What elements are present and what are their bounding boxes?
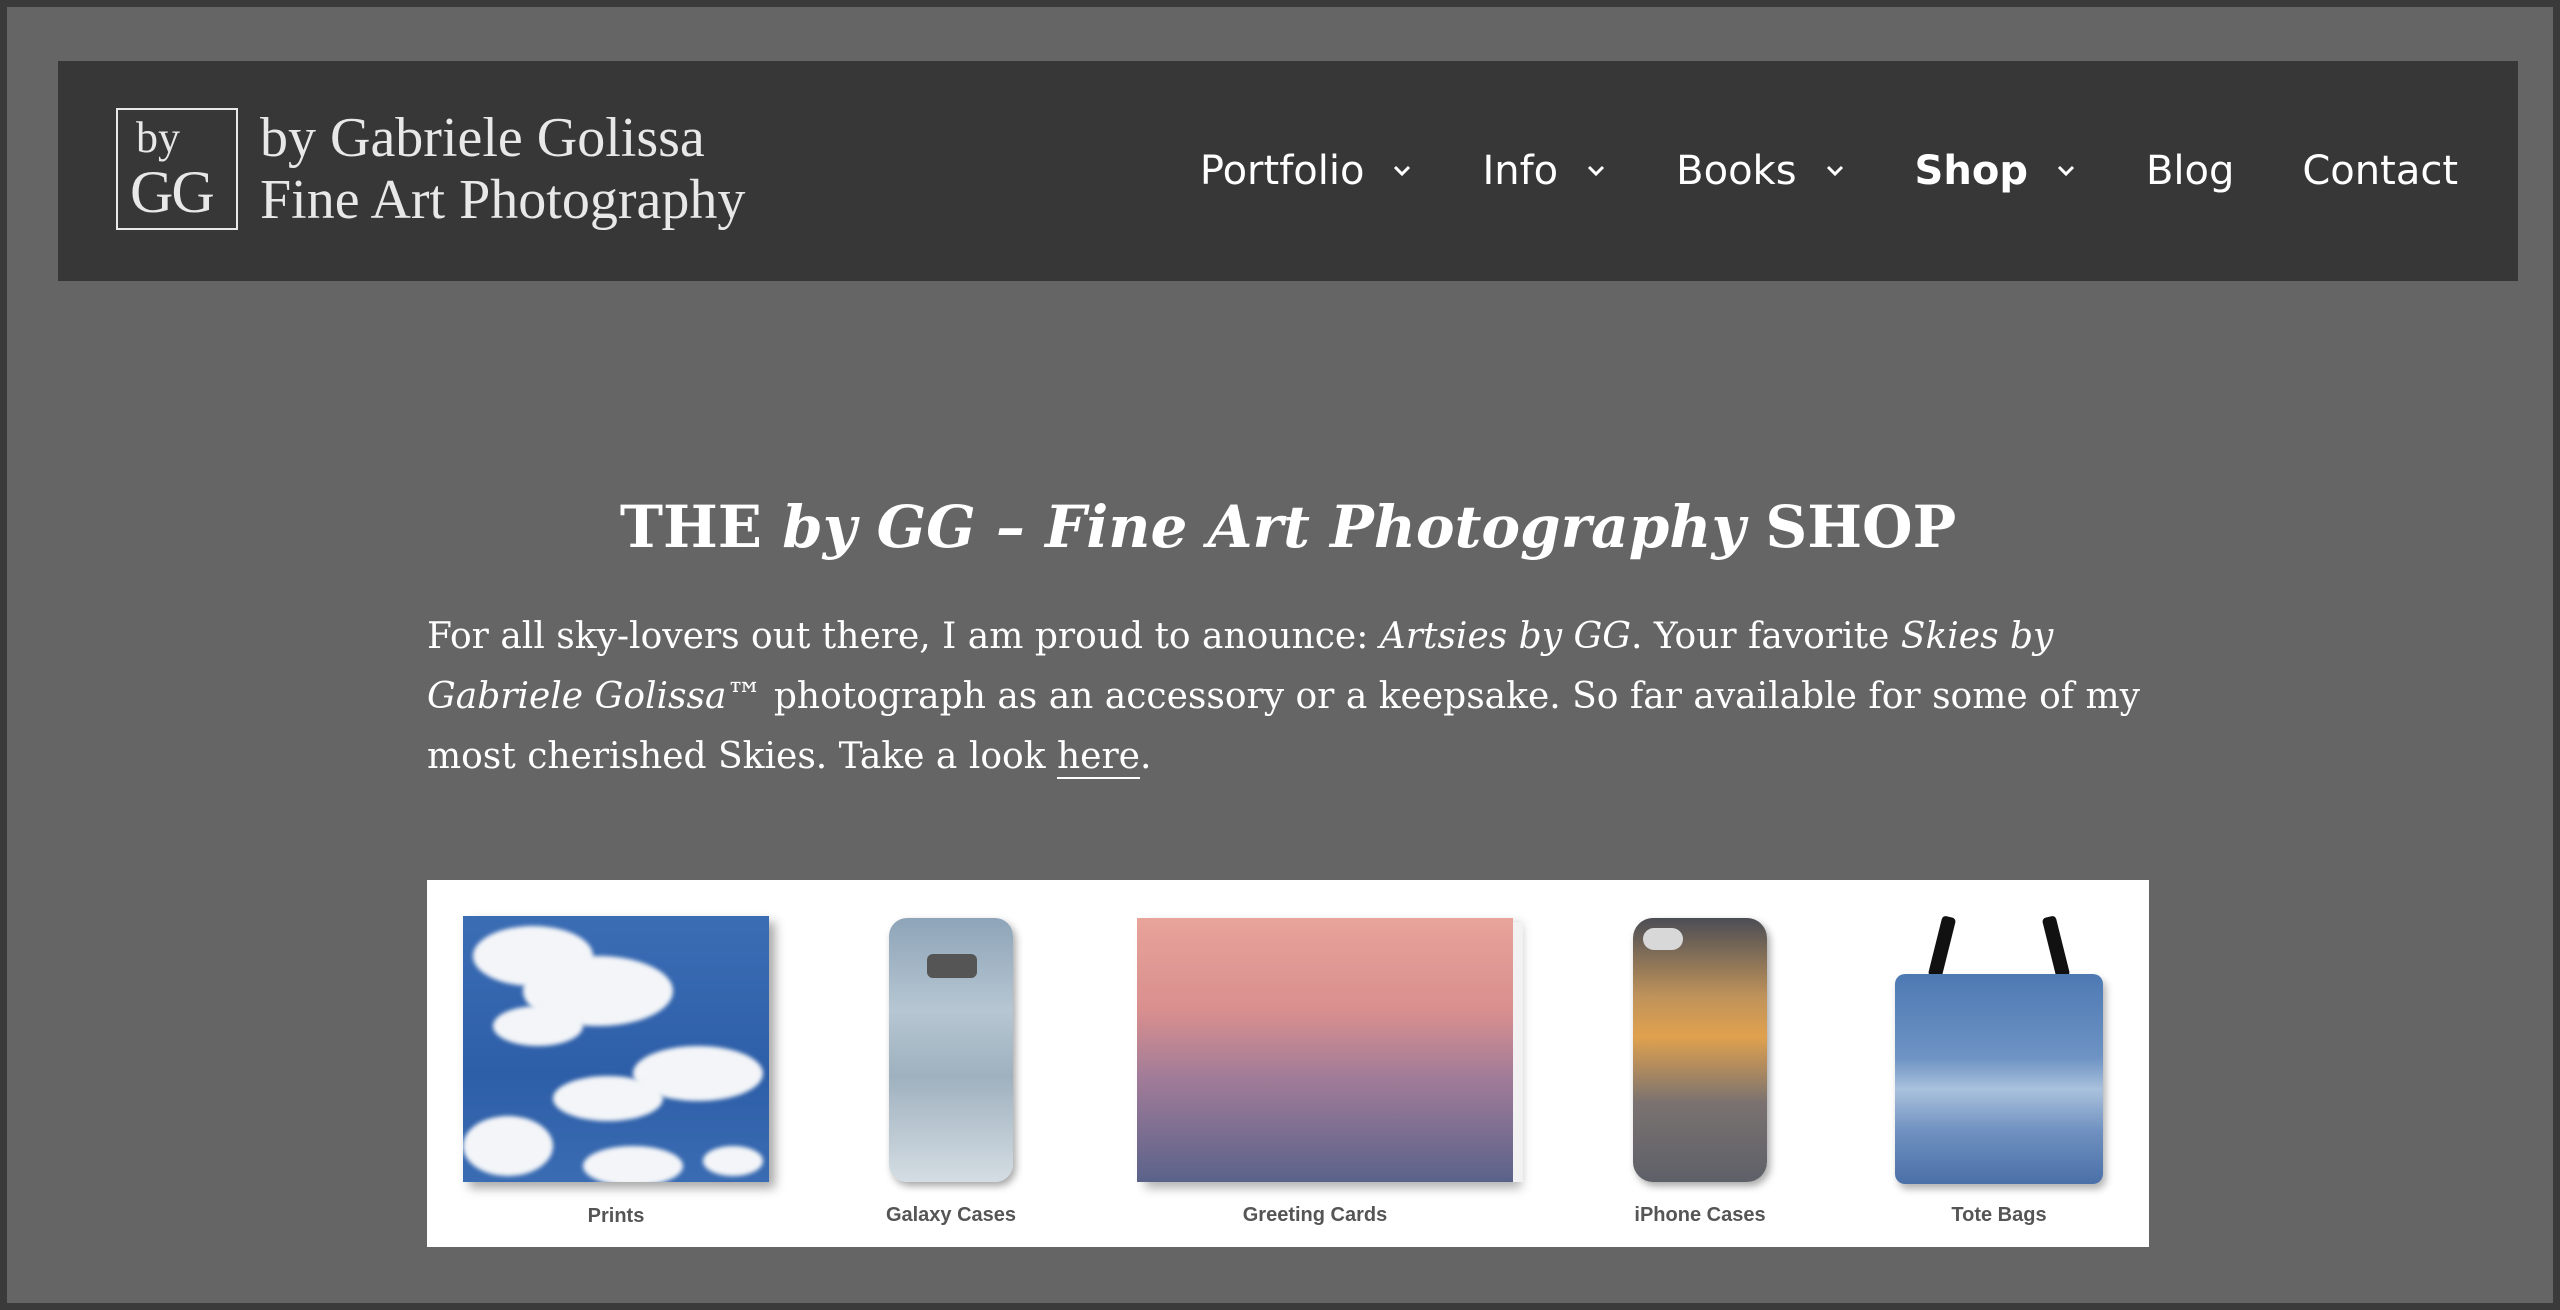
nav-item-blog[interactable]: Blog — [2146, 148, 2234, 194]
product-strip[interactable]: Prints Galaxy Cases Greeting Cards iPhon… — [427, 880, 2149, 1247]
intro-paragraph: For all sky-lovers out there, I am proud… — [427, 607, 2149, 787]
tote-handle — [1927, 915, 1957, 979]
prints-image[interactable] — [463, 916, 769, 1182]
nav-label: Contact — [2302, 148, 2458, 194]
product-label-tote-bags[interactable]: Tote Bags — [1869, 1204, 2129, 1227]
tote-handle — [2041, 915, 2071, 979]
camera-icon — [1643, 928, 1683, 950]
nav-label: Shop — [1914, 148, 2028, 194]
logo-mark: by GG — [116, 108, 238, 230]
logo-mark-by: by — [136, 113, 180, 162]
intro-italic: Artsies by GG — [1379, 616, 1632, 657]
nav-label: Portfolio — [1199, 148, 1365, 194]
here-link[interactable]: here — [1056, 736, 1140, 779]
product-label-iphone-cases[interactable]: iPhone Cases — [1570, 1204, 1830, 1227]
title-italic: by GG – Fine Art Photography — [782, 493, 1746, 561]
page-title: THE by GG – Fine Art Photography SHOP — [427, 487, 2149, 567]
intro-text: For all sky-lovers out there, I am proud… — [427, 616, 1380, 657]
site-header: by GG by Gabriele Golissa Fine Art Photo… — [58, 61, 2518, 281]
chevron-down-icon[interactable] — [1390, 159, 1414, 183]
main-nav: Portfolio Info Books Shop Blog Contact — [1132, 61, 2458, 281]
nav-item-shop[interactable]: Shop — [1915, 148, 2078, 194]
logo-text: by Gabriele Golissa Fine Art Photography — [260, 107, 745, 231]
logo-mark-gg: GG — [130, 159, 215, 225]
title-prefix: THE — [619, 493, 783, 561]
camera-icon — [927, 954, 977, 978]
nav-item-info[interactable]: Info — [1482, 148, 1608, 194]
product-label-greeting-cards[interactable]: Greeting Cards — [1185, 1204, 1445, 1227]
galaxy-case-image[interactable] — [889, 918, 1013, 1182]
chevron-down-icon[interactable] — [1584, 159, 1608, 183]
site-logo[interactable]: by GG by Gabriele Golissa Fine Art Photo… — [116, 107, 745, 231]
intro-text: . Your favorite — [1631, 616, 1901, 657]
logo-line-2: Fine Art Photography — [260, 169, 746, 231]
nav-item-books[interactable]: Books — [1676, 148, 1846, 194]
logo-line-1: by Gabriele Golissa — [260, 107, 705, 169]
chevron-down-icon[interactable] — [2054, 159, 2078, 183]
chevron-down-icon[interactable] — [1823, 159, 1847, 183]
iphone-case-image[interactable] — [1633, 918, 1767, 1182]
nav-label: Books — [1676, 148, 1797, 194]
tote-bag-image[interactable] — [1895, 974, 2103, 1184]
nav-item-contact[interactable]: Contact — [2302, 148, 2458, 194]
product-label-prints[interactable]: Prints — [486, 1205, 746, 1228]
nav-item-portfolio[interactable]: Portfolio — [1200, 148, 1415, 194]
title-suffix: SHOP — [1745, 493, 1957, 561]
product-label-galaxy-cases[interactable]: Galaxy Cases — [821, 1204, 1081, 1227]
greeting-card-image[interactable] — [1137, 918, 1523, 1182]
nav-label: Blog — [2145, 148, 2235, 194]
main-content: THE by GG – Fine Art Photography SHOP Fo… — [427, 487, 2149, 787]
intro-text: . — [1139, 736, 1152, 777]
nav-label: Info — [1482, 148, 1559, 194]
